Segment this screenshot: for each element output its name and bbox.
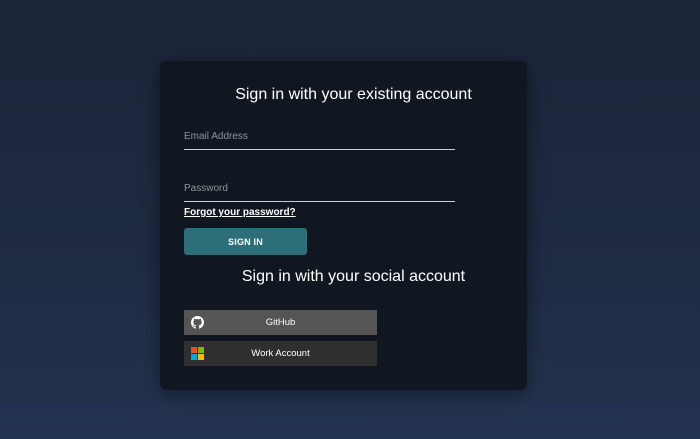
work-account-button-label: Work Account [251, 348, 310, 359]
email-input[interactable] [184, 123, 455, 149]
email-field-wrapper [184, 123, 455, 150]
work-account-signin-button[interactable]: Work Account [184, 341, 377, 366]
password-input[interactable] [184, 175, 455, 201]
github-signin-button[interactable]: GitHub [184, 310, 377, 335]
forgot-password-link[interactable]: Forgot your password? [184, 207, 296, 218]
github-button-label: GitHub [265, 317, 296, 328]
sign-in-button[interactable]: SIGN IN [184, 228, 307, 255]
social-account-heading: Sign in with your social account [241, 268, 466, 285]
signin-card: Sign in with your existing account Forgo… [160, 61, 527, 390]
password-field-wrapper [184, 175, 455, 202]
existing-account-heading: Sign in with your existing account [235, 86, 472, 103]
